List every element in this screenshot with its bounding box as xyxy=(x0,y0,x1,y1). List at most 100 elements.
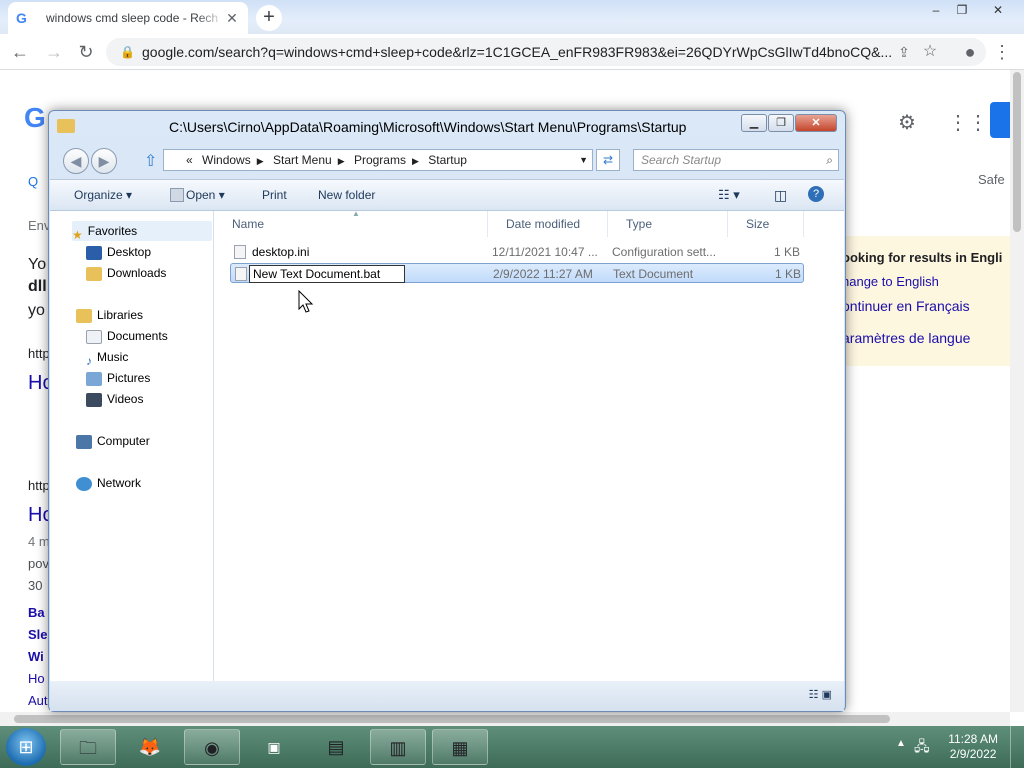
nav-documents[interactable]: Documents xyxy=(86,326,168,346)
column-date-modified[interactable]: Date modified xyxy=(488,211,608,237)
sitelink[interactable]: Ho xyxy=(28,671,45,686)
breadcrumb-programs[interactable]: Programs xyxy=(354,153,406,167)
search-icon[interactable]: ⌕ xyxy=(826,150,833,170)
help-icon[interactable]: ? xyxy=(808,186,824,202)
explorer-maximize-button[interactable]: ❐ xyxy=(768,114,794,132)
back-arrow-icon[interactable]: ← xyxy=(8,40,32,64)
chevron-right-icon[interactable]: ▶ xyxy=(338,156,345,166)
back-arrow-icon[interactable]: ◀ xyxy=(63,148,89,174)
menu-kebab-icon[interactable]: ⋮ xyxy=(990,40,1014,64)
cmd-taskbar-icon[interactable]: ▣ xyxy=(246,729,302,765)
nav-favorites[interactable]: ★ Favorites xyxy=(72,221,212,242)
network-tray-icon[interactable]: 🖧 xyxy=(914,736,930,760)
sitelink[interactable]: Sle xyxy=(28,627,48,642)
forward-arrow-icon[interactable]: → xyxy=(42,40,66,64)
minimize-button[interactable]: – xyxy=(924,2,948,18)
details-view-icon[interactable]: ☷ xyxy=(809,689,819,701)
profile-avatar-icon[interactable]: ● xyxy=(958,40,982,64)
nav-computer-label: Computer xyxy=(97,434,150,448)
column-type[interactable]: Type xyxy=(608,211,728,237)
snippet-text: Yo xyxy=(28,256,47,273)
language-settings-link[interactable]: aramètres de langue xyxy=(842,330,970,346)
search-icon[interactable]: Q xyxy=(28,174,38,189)
page-horizontal-scrollbar[interactable] xyxy=(0,712,1010,726)
breadcrumb-windows[interactable]: Windows xyxy=(202,153,251,167)
close-button[interactable]: ✕ xyxy=(986,2,1010,18)
sitelink[interactable]: Aut xyxy=(28,693,48,708)
start-button[interactable]: ⊞ xyxy=(6,728,46,766)
organize-button[interactable]: Organize ▾ xyxy=(74,180,132,210)
status-bar: ☷ ▣ xyxy=(50,681,844,711)
tray-expand-icon[interactable]: ▲ xyxy=(896,738,906,749)
clock[interactable]: 11:28 AM 2/9/2022 xyxy=(948,732,998,762)
column-size[interactable]: Size xyxy=(728,211,804,237)
file-row-selected[interactable]: 2/9/2022 11:27 AM Text Document 1 KB xyxy=(230,263,804,283)
task-manager-taskbar-icon[interactable]: ▤ xyxy=(308,729,364,765)
nav-pictures[interactable]: Pictures xyxy=(86,368,150,388)
column-name[interactable]: Name xyxy=(214,211,488,237)
nav-music[interactable]: ♪ Music xyxy=(86,347,128,368)
restore-button[interactable]: ❐ xyxy=(950,2,974,18)
breadcrumb-overflow[interactable]: « xyxy=(186,153,193,167)
explorer-minimize-button[interactable]: ▁ xyxy=(741,114,767,132)
chevron-down-icon[interactable]: ▼ xyxy=(579,150,588,170)
nav-desktop-label: Desktop xyxy=(107,245,152,259)
continue-french-link[interactable]: ontinuer en Français xyxy=(842,298,970,314)
sitelink[interactable]: Ba xyxy=(28,605,45,620)
chrome-taskbar-icon[interactable]: ◉ xyxy=(184,729,240,765)
forward-arrow-icon[interactable]: ▶ xyxy=(91,148,117,174)
nav-downloads[interactable]: Downloads xyxy=(86,263,166,283)
bat-file-icon xyxy=(235,267,247,281)
bookmark-star-icon[interactable]: ☆ xyxy=(918,40,942,64)
safesearch-label[interactable]: Safe xyxy=(978,172,1005,187)
toolbox-taskbar-icon[interactable]: ▦ xyxy=(432,729,488,765)
rename-input[interactable] xyxy=(249,265,405,283)
explorer-window: C:\Users\Cirno\AppData\Roaming\Microsoft… xyxy=(48,110,846,712)
preview-pane-icon[interactable]: ◫ xyxy=(774,180,787,210)
explorer-taskbar-icon[interactable]: 🗀 xyxy=(60,729,116,765)
refresh-icon[interactable]: ⇄ xyxy=(596,149,620,171)
view-options-icon[interactable]: ☷ ▾ xyxy=(718,180,740,210)
file-size: 1 KB xyxy=(774,245,801,259)
sitelink[interactable]: Wi xyxy=(28,649,44,664)
search-input[interactable]: Search Startup ⌕ xyxy=(633,149,839,171)
reload-icon[interactable]: ↻ xyxy=(74,40,98,64)
up-arrow-icon[interactable]: ⇧ xyxy=(144,151,157,171)
nav-libraries-label: Libraries xyxy=(97,308,144,322)
new-folder-button[interactable]: New folder xyxy=(318,180,375,210)
file-row[interactable]: desktop.ini 12/11/2021 10:47 ... Configu… xyxy=(230,242,804,262)
breadcrumb-start-menu[interactable]: Start Menu xyxy=(273,153,332,167)
nav-libraries[interactable]: Libraries xyxy=(76,305,143,325)
chevron-right-icon[interactable]: ▶ xyxy=(257,156,264,166)
breadcrumb-startup[interactable]: Startup xyxy=(428,153,467,167)
scrollbar-thumb[interactable] xyxy=(14,715,890,723)
nav-desktop[interactable]: Desktop xyxy=(86,242,151,262)
mouse-pointer-icon xyxy=(298,290,314,313)
nav-videos-label: Videos xyxy=(107,392,144,406)
nav-computer[interactable]: Computer xyxy=(76,431,150,451)
navigation-pane: ★ Favorites Desktop Downloads Libraries D… xyxy=(50,211,214,681)
share-icon[interactable]: ⇪ xyxy=(892,40,916,64)
chevron-right-icon[interactable]: ▶ xyxy=(412,156,419,166)
show-desktop-button[interactable] xyxy=(1010,726,1024,768)
nav-videos[interactable]: Videos xyxy=(86,389,143,409)
browser-tab[interactable]: G windows cmd sleep code - Rech ✕ xyxy=(8,2,248,34)
url-text: google.com/search?q=windows+cmd+sleep+co… xyxy=(142,44,893,60)
page-vertical-scrollbar[interactable] xyxy=(1010,70,1024,712)
open-button[interactable]: Open ▾ xyxy=(186,180,225,210)
sign-in-button[interactable] xyxy=(990,102,1010,138)
nav-network[interactable]: Network xyxy=(76,473,141,493)
address-bar[interactable]: 🔒 google.com/search?q=windows+cmd+sleep+… xyxy=(106,38,986,66)
settings-gear-icon[interactable]: ⚙ xyxy=(898,110,916,135)
firefox-taskbar-icon[interactable]: 🦊 xyxy=(122,729,178,765)
address-breadcrumb[interactable]: « Windows ▶ Start Menu ▶ Programs ▶ Startup… xyxy=(163,149,593,171)
nav-network-label: Network xyxy=(97,476,142,490)
new-tab-button[interactable]: + xyxy=(256,5,282,31)
large-icons-view-icon[interactable]: ▣ xyxy=(822,689,832,701)
scrollbar-thumb[interactable] xyxy=(1013,72,1021,232)
explorer-close-button[interactable]: ✕ xyxy=(795,114,837,132)
print-button[interactable]: Print xyxy=(262,180,287,210)
notepad-taskbar-icon[interactable]: ▥ xyxy=(370,729,426,765)
change-to-english-link[interactable]: hange to English xyxy=(842,274,939,289)
tab-close-icon[interactable]: ✕ xyxy=(224,10,240,27)
